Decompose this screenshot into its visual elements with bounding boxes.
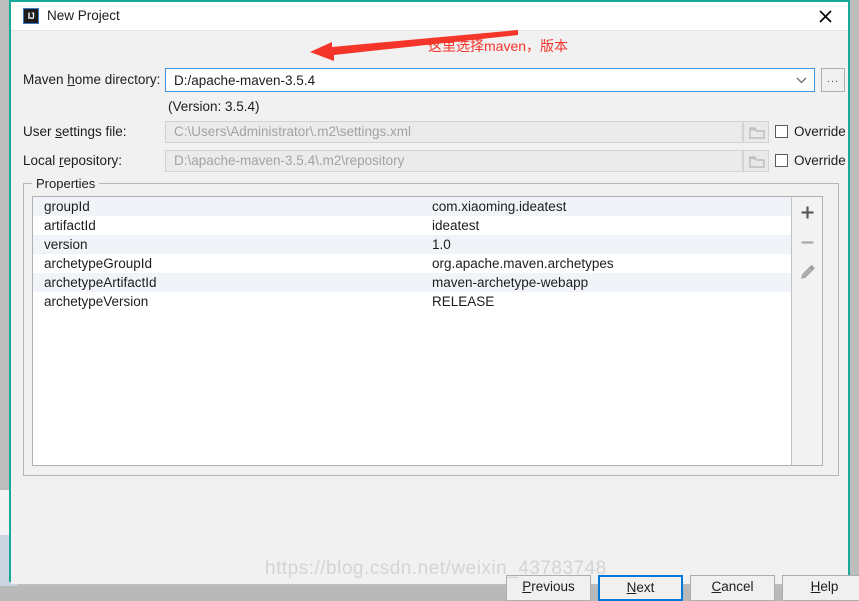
- table-row[interactable]: archetypeGroupId org.apache.maven.archet…: [33, 254, 822, 273]
- property-value: ideatest: [432, 216, 479, 235]
- table-row[interactable]: version 1.0: [33, 235, 822, 254]
- dialog-body: Maven home directory: D:/apache-maven-3.…: [11, 31, 848, 584]
- new-project-dialog: IJ New Project Maven home directory: D:/…: [9, 0, 850, 582]
- dialog-titlebar: IJ New Project: [11, 2, 848, 31]
- properties-group-title: Properties: [32, 176, 99, 191]
- chevron-down-icon: [796, 77, 807, 84]
- table-row[interactable]: groupId com.xiaoming.ideatest: [33, 197, 822, 216]
- maven-home-directory-value: D:/apache-maven-3.5.4: [174, 69, 788, 92]
- local-repository-override-label: Override: [794, 153, 846, 168]
- property-value: RELEASE: [432, 292, 494, 311]
- cancel-button[interactable]: Cancel: [690, 575, 775, 601]
- property-value: maven-archetype-webapp: [432, 273, 588, 292]
- checkbox-box: [775, 125, 788, 138]
- user-settings-override-checkbox[interactable]: Override: [775, 124, 846, 139]
- user-settings-file-browse-button[interactable]: [743, 121, 769, 143]
- close-icon: [819, 10, 832, 23]
- table-row[interactable]: archetypeVersion RELEASE: [33, 292, 822, 311]
- minus-icon: [800, 235, 815, 250]
- folder-icon: [749, 155, 765, 168]
- maven-version-note: (Version: 3.5.4): [168, 99, 260, 114]
- folder-icon: [749, 126, 765, 139]
- table-row[interactable]: artifactId ideatest: [33, 216, 822, 235]
- property-key: archetypeGroupId: [44, 254, 152, 273]
- add-property-button[interactable]: [792, 197, 822, 227]
- property-key: artifactId: [44, 216, 96, 235]
- property-key: version: [44, 235, 88, 254]
- local-repository-value: D:\apache-maven-3.5.4\.m2\repository: [174, 151, 404, 171]
- help-button[interactable]: Help: [782, 575, 859, 601]
- properties-group: Properties groupId com.xiaoming.ideatest…: [23, 183, 839, 476]
- checkbox-box: [775, 154, 788, 167]
- edit-property-button[interactable]: [792, 257, 822, 287]
- property-value: org.apache.maven.archetypes: [432, 254, 614, 273]
- properties-toolbar: [791, 197, 822, 465]
- dialog-title: New Project: [47, 6, 120, 26]
- intellij-idea-logo-icon: IJ: [23, 8, 39, 24]
- maven-home-browse-button[interactable]: ...: [821, 68, 845, 92]
- property-key: groupId: [44, 197, 90, 216]
- properties-table-rows: groupId com.xiaoming.ideatest artifactId…: [33, 197, 822, 311]
- property-key: archetypeArtifactId: [44, 273, 157, 292]
- property-key: archetypeVersion: [44, 292, 148, 311]
- user-settings-override-label: Override: [794, 124, 846, 139]
- local-repository-override-checkbox[interactable]: Override: [775, 153, 846, 168]
- remove-property-button[interactable]: [792, 227, 822, 257]
- local-repository-input[interactable]: D:\apache-maven-3.5.4\.m2\repository: [165, 150, 743, 172]
- property-value: com.xiaoming.ideatest: [432, 197, 566, 216]
- maven-home-directory-combobox[interactable]: D:/apache-maven-3.5.4: [165, 68, 815, 92]
- maven-home-directory-label: Maven home directory:: [23, 72, 160, 87]
- user-settings-file-label: User settings file:: [23, 124, 127, 139]
- user-settings-file-input[interactable]: C:\Users\Administrator\.m2\settings.xml: [165, 121, 743, 143]
- plus-icon: [800, 205, 815, 220]
- watermark-text: https://blog.csdn.net/weixin_43783748: [265, 558, 607, 580]
- local-repository-label: Local repository:: [23, 153, 122, 168]
- local-repository-browse-button[interactable]: [743, 150, 769, 172]
- pencil-icon: [800, 264, 816, 280]
- annotation-label: 这里选择maven，版本: [428, 36, 568, 56]
- properties-table[interactable]: groupId com.xiaoming.ideatest artifactId…: [32, 196, 823, 466]
- table-row[interactable]: archetypeArtifactId maven-archetype-weba…: [33, 273, 822, 292]
- close-button[interactable]: [803, 2, 848, 29]
- property-value: 1.0: [432, 235, 451, 254]
- next-button[interactable]: Next: [598, 575, 683, 601]
- user-settings-file-value: C:\Users\Administrator\.m2\settings.xml: [174, 122, 411, 142]
